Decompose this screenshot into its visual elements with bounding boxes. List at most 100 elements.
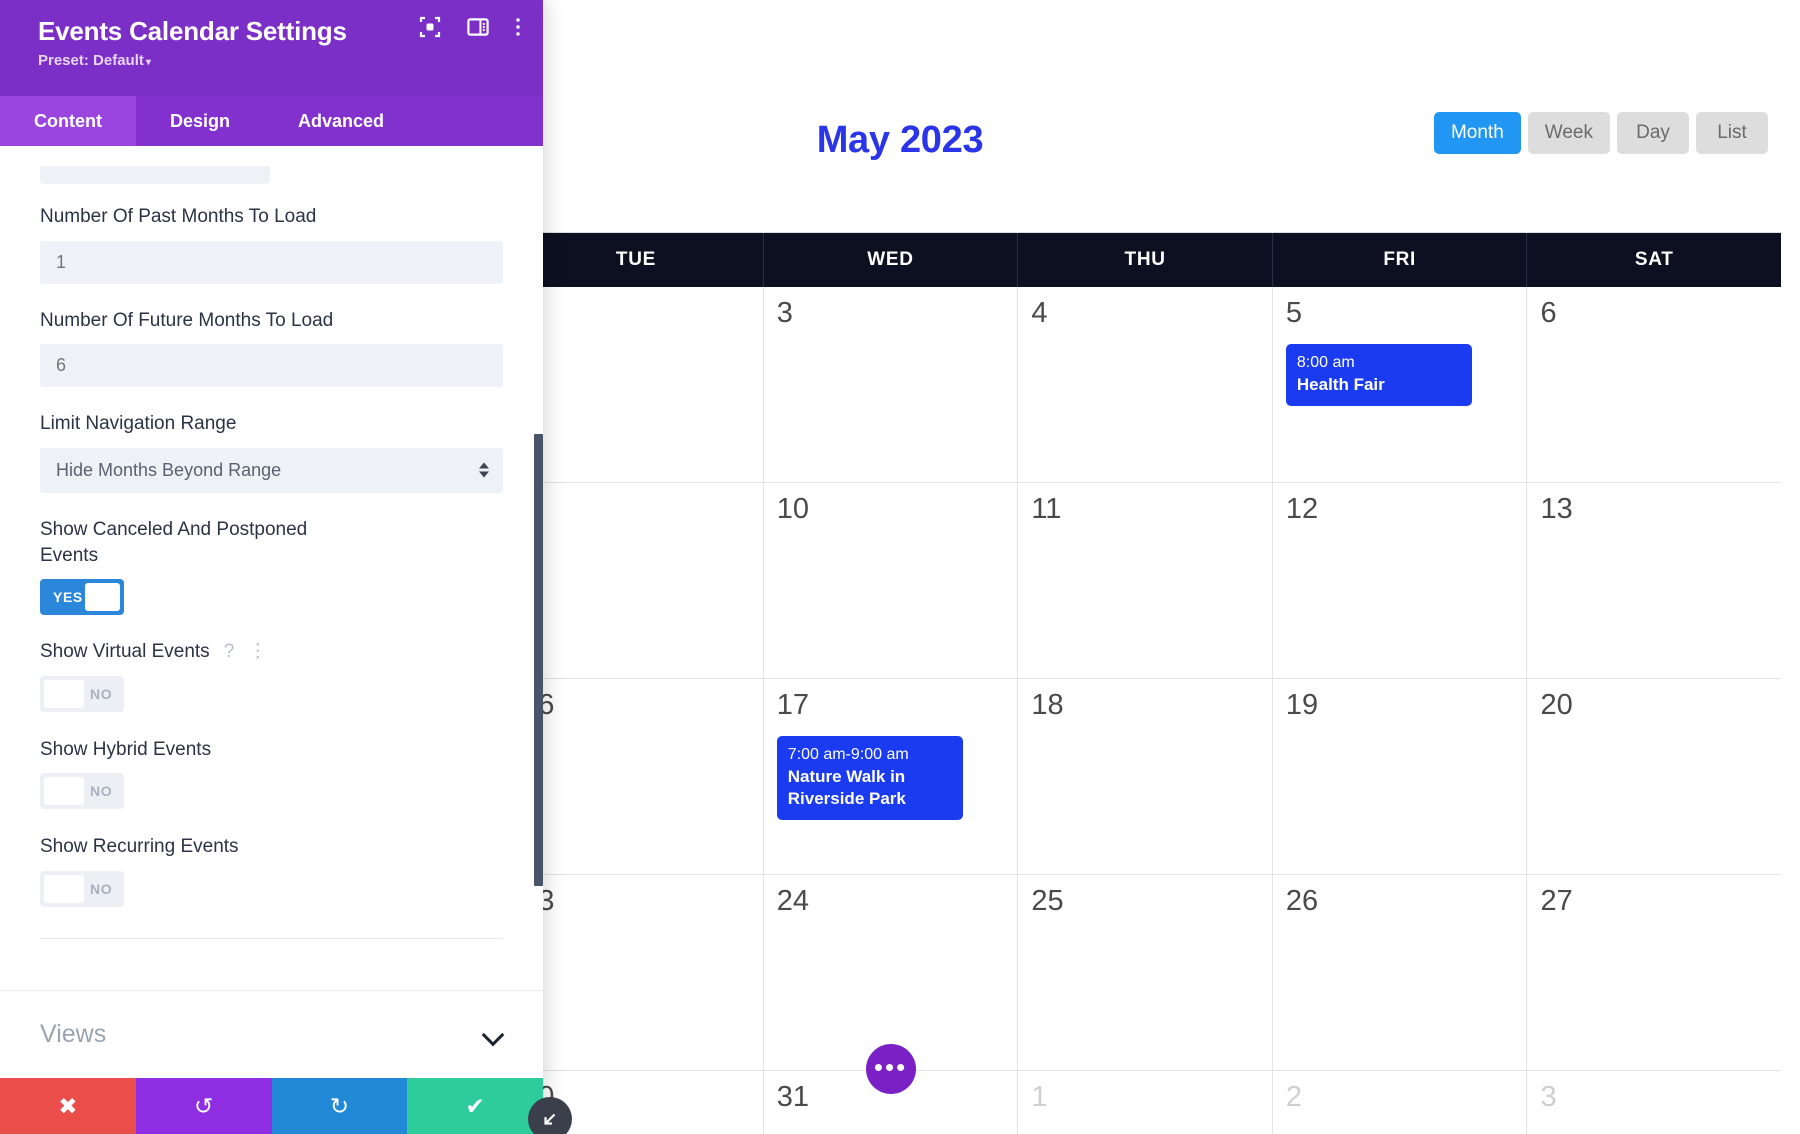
limit-nav-select[interactable]: Hide Months Beyond Range [40, 447, 503, 493]
cancel-icon: ✖ [58, 1092, 78, 1119]
field-show-canceled-and-postponed-events: Show Canceled And Postponed Events YES [40, 517, 503, 616]
field-label: Show Virtual Events [40, 641, 210, 663]
calendar-day-cell[interactable]: 5 8:00 am Health Fair [1272, 287, 1528, 482]
calendar-day-cell[interactable]: 4 [1018, 287, 1273, 482]
calendar-day-cell[interactable]: 2 [1272, 1071, 1528, 1134]
panel-scrollbar[interactable] [534, 434, 543, 886]
calendar-day-cell[interactable]: 23 [509, 875, 764, 1070]
future-months-input[interactable] [40, 344, 503, 388]
focus-icon[interactable] [419, 16, 441, 38]
limit-nav-select-wrap: Hide Months Beyond Range [40, 447, 503, 493]
day-number: 2 [522, 297, 750, 330]
calendar-event[interactable]: 8:00 am Health Fair [1285, 343, 1472, 407]
clipped-field-above [40, 166, 503, 190]
view-button-list[interactable]: List [1696, 112, 1768, 154]
past-months-input[interactable] [40, 240, 503, 284]
field-show-recurring-events: Show Recurring Events NO [40, 834, 503, 908]
views-section-toggle[interactable]: Views [0, 990, 543, 1078]
save-button[interactable]: ✔ [407, 1078, 543, 1134]
toggle-knob [44, 875, 84, 904]
kebab-menu-icon[interactable]: ⋮ [248, 642, 267, 661]
view-button-month[interactable]: Month [1433, 112, 1521, 154]
preset-selector[interactable]: Preset: Default ▾ [38, 52, 519, 69]
chevron-down-icon: ▾ [145, 57, 151, 69]
event-time: 8:00 am [1296, 353, 1355, 371]
calendar-day-cell[interactable]: 6 [1527, 287, 1782, 482]
event-title: Health Fair [1296, 375, 1385, 395]
undo-button[interactable]: ↺ [135, 1078, 272, 1134]
tab-advanced[interactable]: Advanced [264, 96, 418, 146]
panel-footer: ✖ ↺ ↻ ✔ [0, 1078, 543, 1134]
view-button-day[interactable]: Day [1617, 112, 1689, 154]
field-label: Number Of Future Months To Load [40, 309, 334, 331]
calendar-day-cell[interactable]: 27 [1527, 875, 1782, 1070]
layout-icon[interactable] [467, 16, 489, 38]
calendar-day-cell[interactable]: 1 [1018, 1071, 1273, 1134]
weekday-header-sat: SAT [1634, 249, 1674, 270]
tab-design[interactable]: Design [136, 96, 264, 146]
calendar-day-cell[interactable]: 2 [509, 287, 764, 482]
event-title: Nature Walk in Riverside Park [787, 767, 906, 809]
day-number: 17 [776, 689, 809, 721]
calendar-day-cell[interactable]: 16 [509, 679, 764, 874]
calendar-day-cell[interactable]: 13 [1527, 483, 1782, 678]
toggle-knob [44, 679, 84, 708]
field-number-of-past-months: Number Of Past Months To Load [40, 204, 503, 284]
chevron-down-icon [484, 1025, 503, 1044]
calendar-day-cell[interactable]: 10 [763, 483, 1019, 678]
toggle-state-label: YES [53, 589, 83, 606]
calendar-day-cell[interactable]: 19 [1272, 679, 1528, 874]
calendar-day-cell[interactable]: 3 [1527, 1071, 1782, 1134]
preset-label: Preset: Default [38, 52, 144, 70]
calendar-day-cell[interactable]: 24 ••• [763, 875, 1019, 1094]
day-number: 19 [1285, 689, 1319, 721]
weekday-header-fri: FRI [1273, 233, 1528, 287]
day-number: 26 [1285, 885, 1319, 917]
calendar-day-cell[interactable]: 26 [1272, 875, 1528, 1070]
cancel-button[interactable]: ✖ [0, 1078, 136, 1134]
calendar-day-cell[interactable]: 25 [1018, 875, 1273, 1070]
hybrid-events-toggle[interactable]: NO [40, 773, 124, 810]
calendar-day-cell[interactable]: 11 [1018, 483, 1273, 678]
day-number: 12 [1285, 493, 1319, 525]
calendar-event[interactable]: 7:00 am-9:00 am Nature Walk in Riverside … [776, 735, 963, 820]
field-label: Show Recurring Events [40, 836, 239, 858]
day-number: 5 [1285, 297, 1303, 329]
recurring-events-toggle[interactable]: NO [40, 871, 124, 908]
field-label: Show Canceled And Postponed Events [40, 518, 308, 566]
day-number: 16 [522, 689, 750, 722]
day-number: 3 [776, 297, 793, 329]
field-number-of-future-months: Number Of Future Months To Load [40, 308, 503, 388]
virtual-events-toggle[interactable]: NO [40, 675, 124, 712]
calendar-day-cell[interactable]: 12 [1272, 483, 1528, 678]
views-section-label: Views [40, 1020, 107, 1048]
calendar-day-cell[interactable]: 20 [1527, 679, 1782, 874]
day-number: 27 [1540, 885, 1573, 917]
field-show-hybrid-events: Show Hybrid Events NO [40, 737, 503, 811]
resize-handle-icon[interactable] [528, 1097, 572, 1134]
redo-button[interactable]: ↻ [271, 1078, 408, 1134]
day-number: 18 [1031, 689, 1064, 721]
day-number: 13 [1540, 493, 1573, 525]
section-divider [40, 938, 503, 940]
help-icon[interactable]: ? [224, 641, 235, 663]
panel-header-icons [419, 16, 521, 38]
tab-content[interactable]: Content [0, 96, 136, 146]
view-button-week[interactable]: Week [1527, 112, 1610, 154]
calendar-day-cell[interactable]: 3 [763, 287, 1019, 482]
more-events-button[interactable]: ••• [865, 1044, 916, 1094]
kebab-menu-icon[interactable] [515, 16, 521, 38]
field-label: Show Hybrid Events [40, 738, 212, 760]
panel-scroll-area: Number Of Past Months To Load Number Of … [0, 146, 543, 949]
calendar-day-cell[interactable]: 18 [1018, 679, 1273, 874]
day-number: 23 [522, 885, 750, 918]
calendar-day-cell[interactable]: 17 7:00 am-9:00 am Nature Walk in Riversid… [763, 679, 1019, 874]
day-number: 24 [776, 885, 809, 917]
undo-icon: ↺ [193, 1092, 214, 1119]
canceled-postponed-toggle[interactable]: YES [40, 579, 124, 616]
weekday-header-tue: TUE [509, 233, 764, 287]
day-number: 2 [1285, 1081, 1303, 1113]
calendar-day-cell[interactable]: 9 [509, 483, 764, 678]
field-limit-navigation-range: Limit Navigation Range Hide Months Beyon… [40, 411, 503, 493]
weekday-header-wed: WED [764, 233, 1019, 287]
